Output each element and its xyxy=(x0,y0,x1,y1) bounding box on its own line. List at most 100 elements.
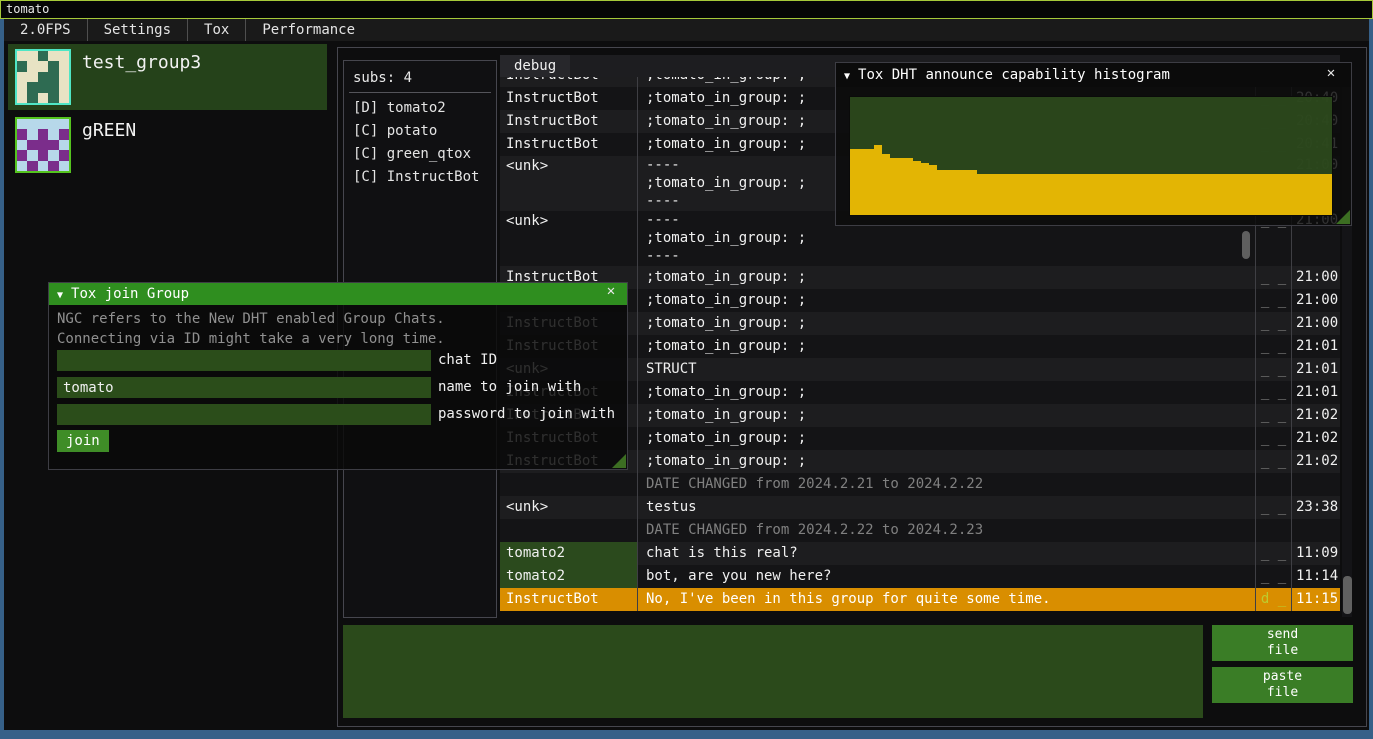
join-window-titlebar[interactable]: ▼Tox join Group xyxy=(49,283,627,305)
chat-row-message: ;tomato_in_group: ; xyxy=(638,450,1256,473)
group-item-green[interactable]: gREEN xyxy=(8,112,327,172)
menu-item-tox[interactable]: Tox xyxy=(188,19,245,41)
histogram-bar xyxy=(1135,174,1143,215)
join-button[interactable]: join xyxy=(57,430,109,452)
chat-row[interactable]: tomato2chat is this real?_ _11:09 xyxy=(500,542,1340,565)
histogram-bar xyxy=(1301,174,1309,215)
histogram-bar xyxy=(1261,174,1269,215)
chat-row-name: <unk> xyxy=(500,496,638,519)
histogram-bar xyxy=(984,174,992,215)
member-item-c-green-qtox[interactable]: [C] green_qtox xyxy=(344,143,496,166)
chat-row-name: tomato2 xyxy=(500,542,638,565)
histogram-bar xyxy=(1198,174,1206,215)
histogram-bar xyxy=(1316,174,1324,215)
chat-row-time: 11:15 xyxy=(1292,588,1340,611)
histogram-bar xyxy=(913,161,921,215)
join-field-row: password to join with xyxy=(49,404,627,425)
send-file-button[interactable]: send file xyxy=(1212,625,1353,661)
group-name: test_group3 xyxy=(82,52,201,73)
histogram-window-titlebar[interactable]: ▼ Tox DHT announce capability histogram xyxy=(836,63,1351,87)
collapse-arrow-icon[interactable]: ▼ xyxy=(844,65,850,89)
avatar-pixel xyxy=(48,140,58,150)
member-item-c-potato[interactable]: [C] potato xyxy=(344,120,496,143)
avatar-pixel xyxy=(59,161,69,171)
tab-debug[interactable]: debug xyxy=(500,55,570,77)
avatar-pixel xyxy=(38,150,48,160)
histogram-bar xyxy=(1016,174,1024,215)
histogram-bar xyxy=(953,170,961,215)
histogram-bar xyxy=(1143,174,1151,215)
avatar-pixel xyxy=(48,161,58,171)
avatar-pixel xyxy=(59,140,69,150)
paste-file-button[interactable]: paste file xyxy=(1212,667,1353,703)
inner-scrollbar-thumb[interactable] xyxy=(1242,231,1250,259)
histogram-window-title: Tox DHT announce capability histogram xyxy=(858,67,1170,83)
window-titlebar[interactable]: tomato xyxy=(0,0,1373,19)
members-list: [D] tomato2[C] potato[C] green_qtox[C] I… xyxy=(344,97,496,189)
chat-row-message: ;tomato_in_group: ; xyxy=(638,427,1256,450)
histogram-bar xyxy=(866,149,874,215)
histogram-resize-grip[interactable] xyxy=(1336,210,1350,224)
chat-row-time: 21:02 xyxy=(1292,427,1340,450)
histogram-bar xyxy=(1206,174,1214,215)
chat-row-name: InstructBot xyxy=(500,133,638,156)
chat-row-time: 21:00 xyxy=(1292,289,1340,312)
avatar-pixel xyxy=(59,72,69,82)
avatar-pixel xyxy=(38,129,48,139)
histogram-bar xyxy=(1166,174,1174,215)
chat-row-name: <unk> xyxy=(500,156,638,211)
histogram-bar xyxy=(1150,174,1158,215)
chat-scrollbar-thumb[interactable] xyxy=(1343,576,1352,614)
chat-row-message: DATE CHANGED from 2024.2.21 to 2024.2.22 xyxy=(638,473,1256,496)
chat-row-time xyxy=(1292,519,1340,542)
chat-row-flags: _ _ xyxy=(1256,404,1292,427)
chat-row-time: 21:00 xyxy=(1292,266,1340,289)
histogram-bar xyxy=(1071,174,1079,215)
send-file-label-line2: file xyxy=(1218,643,1347,659)
avatar-pixel xyxy=(48,93,58,103)
chat-row[interactable]: DATE CHANGED from 2024.2.22 to 2024.2.23 xyxy=(500,519,1340,542)
chat-row-flags: _ _ xyxy=(1256,381,1292,404)
send-file-label-line1: send xyxy=(1218,627,1347,643)
avatar-pixel xyxy=(59,82,69,92)
avatar-pixel xyxy=(27,72,37,82)
chat-row[interactable]: InstructBotNo, I've been in this group f… xyxy=(500,588,1340,611)
avatar-pixel xyxy=(17,61,27,71)
message-input[interactable] xyxy=(343,625,1203,718)
chat-row-message: ;tomato_in_group: ; xyxy=(638,381,1256,404)
menu-item-performance[interactable]: Performance xyxy=(246,19,371,41)
chat-row-name: <unk> xyxy=(500,211,638,266)
chat-row-flags: _ _ xyxy=(1256,427,1292,450)
histogram-bar xyxy=(1048,174,1056,215)
histogram-bar xyxy=(882,154,890,215)
name-to-join-input[interactable] xyxy=(57,377,431,398)
histogram-close-icon[interactable]: ✕ xyxy=(1321,65,1341,81)
histogram-bar xyxy=(1309,174,1317,215)
menu-item-settings[interactable]: Settings xyxy=(88,19,187,41)
avatar-pixel xyxy=(27,129,37,139)
chat-row[interactable]: tomato2bot, are you new here?_ _11:14 xyxy=(500,565,1340,588)
member-item-d-tomato2[interactable]: [D] tomato2 xyxy=(344,97,496,120)
group-item-test-group3[interactable]: test_group3 xyxy=(8,44,327,110)
avatar-pixel xyxy=(17,161,27,171)
histogram-bar xyxy=(1079,174,1087,215)
chat-row-message: ;tomato_in_group: ; xyxy=(638,312,1256,335)
histogram-bar xyxy=(1324,174,1332,215)
chat-row-message: DATE CHANGED from 2024.2.22 to 2024.2.23 xyxy=(638,519,1256,542)
chat-id-input[interactable] xyxy=(57,350,431,371)
join-resize-grip[interactable] xyxy=(612,454,626,468)
password-to-join-input[interactable] xyxy=(57,404,431,425)
join-close-icon[interactable]: ✕ xyxy=(601,283,621,299)
chat-row[interactable]: <unk>testus_ _23:38 xyxy=(500,496,1340,519)
paste-file-label-line2: file xyxy=(1218,685,1347,701)
chat-row-time: 21:01 xyxy=(1292,358,1340,381)
member-item-c-instructbot[interactable]: [C] InstructBot xyxy=(344,166,496,189)
avatar-pixel xyxy=(17,72,27,82)
chat-row-time: 21:02 xyxy=(1292,404,1340,427)
chat-row-message: testus xyxy=(638,496,1256,519)
join-group-window: ▼Tox join Group ✕ NGC refers to the New … xyxy=(48,282,628,470)
collapse-arrow-icon[interactable]: ▼ xyxy=(57,285,63,307)
menu-item-2-0fps: 2.0FPS xyxy=(4,19,87,41)
field-label: password to join with xyxy=(438,406,615,422)
chat-row[interactable]: DATE CHANGED from 2024.2.21 to 2024.2.22 xyxy=(500,473,1340,496)
